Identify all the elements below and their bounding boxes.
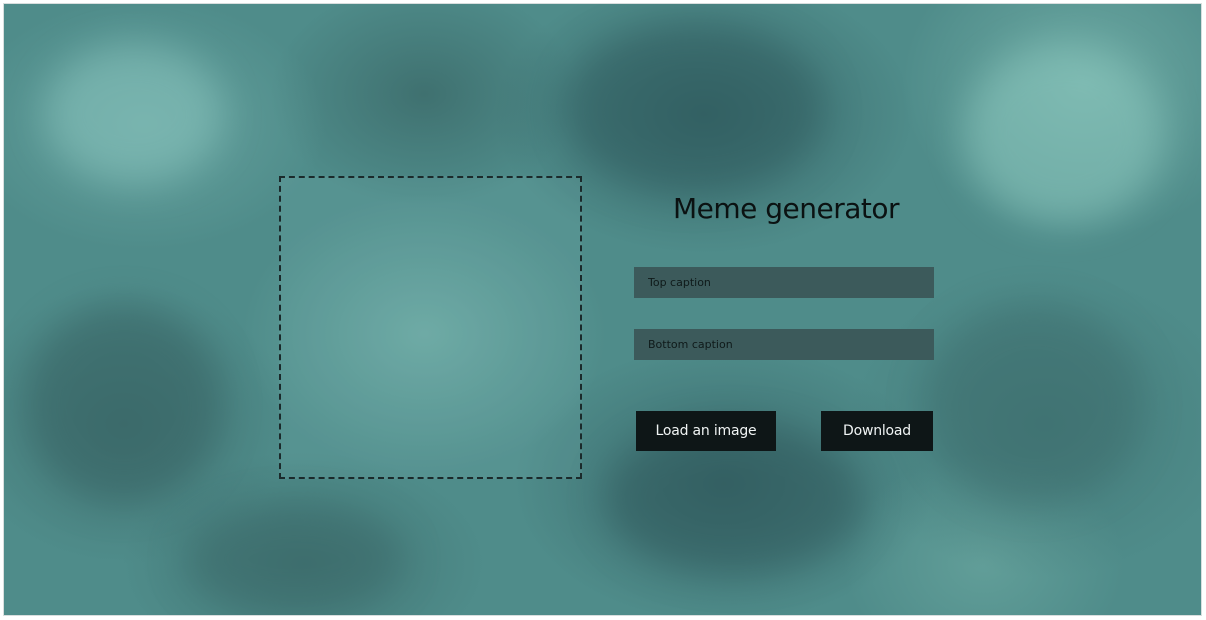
- bottom-caption-input[interactable]: [634, 329, 934, 360]
- page-title: Meme generator: [672, 192, 900, 225]
- top-caption-input[interactable]: [634, 267, 934, 298]
- smoke-blob: [564, 24, 824, 194]
- load-image-button[interactable]: Load an image: [636, 411, 776, 451]
- smoke-background: Meme generator Load an image Download: [3, 3, 1202, 616]
- download-button[interactable]: Download: [821, 411, 933, 451]
- meme-form-panel: Meme generator Load an image Download: [632, 187, 936, 451]
- smoke-blob: [24, 304, 224, 504]
- smoke-blob: [964, 44, 1164, 224]
- meme-preview-canvas[interactable]: [279, 176, 582, 479]
- smoke-blob: [924, 304, 1144, 504]
- smoke-blob: [184, 504, 404, 614]
- smoke-blob: [44, 44, 224, 184]
